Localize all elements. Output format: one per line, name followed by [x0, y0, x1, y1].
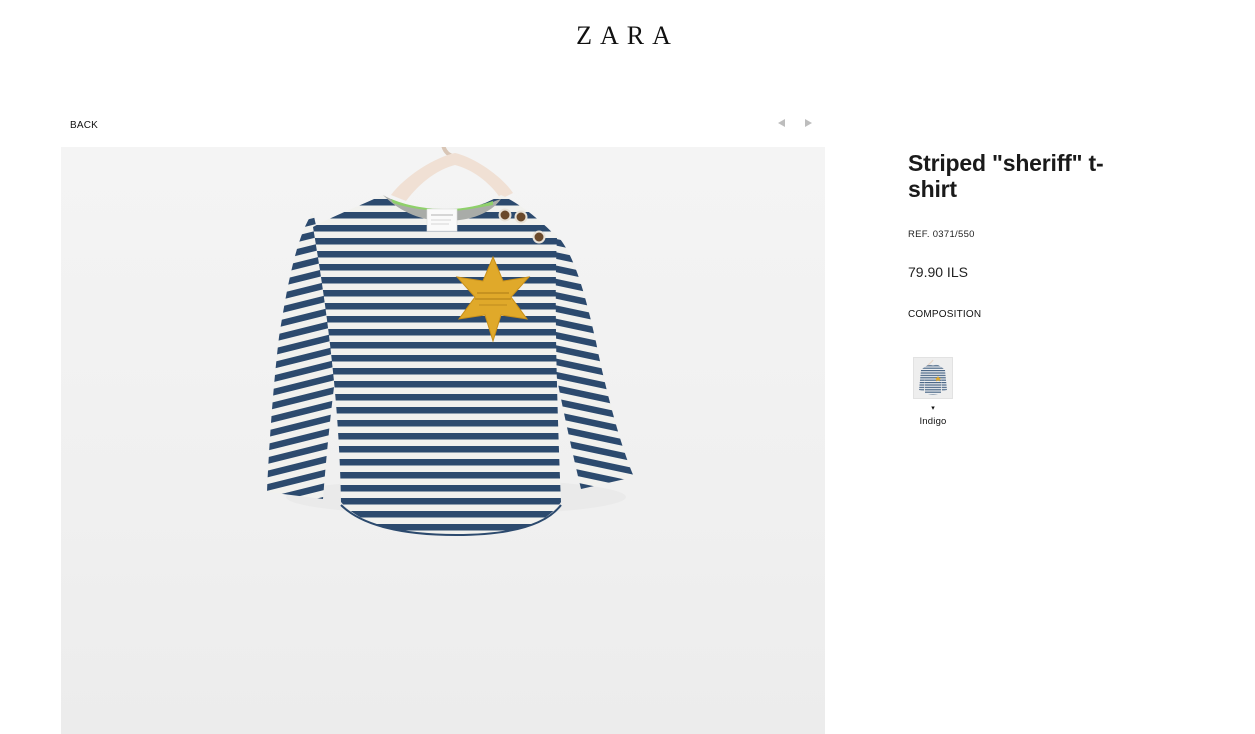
color-swatch-indigo[interactable]: ▾ Indigo: [913, 357, 953, 427]
zara-logo[interactable]: ZARA: [0, 22, 1255, 50]
selected-color-caret-icon: ▾: [931, 405, 935, 412]
product-reference: REF. 0371/550: [908, 229, 975, 240]
back-link[interactable]: BACK: [70, 120, 98, 131]
product-title: Striped "sheriff" t-shirt: [908, 150, 1104, 202]
striped-tshirt-illustration: [267, 147, 634, 537]
product-image[interactable]: [61, 147, 825, 734]
color-swatch-thumbnail[interactable]: [913, 357, 953, 399]
product-price: 79.90 ILS: [908, 264, 968, 280]
composition-link[interactable]: COMPOSITION: [908, 309, 1148, 320]
previous-arrow-icon[interactable]: [776, 117, 788, 129]
color-label: Indigo: [919, 416, 947, 427]
hanger: [391, 147, 513, 201]
next-arrow-icon[interactable]: [802, 117, 814, 129]
product-page: ZARA BACK Striped "sheriff" t-shirt REF.…: [0, 0, 1255, 734]
image-navigation: [776, 117, 814, 129]
product-details: Striped "sheriff" t-shirt REF. 0371/550 …: [908, 150, 1148, 427]
